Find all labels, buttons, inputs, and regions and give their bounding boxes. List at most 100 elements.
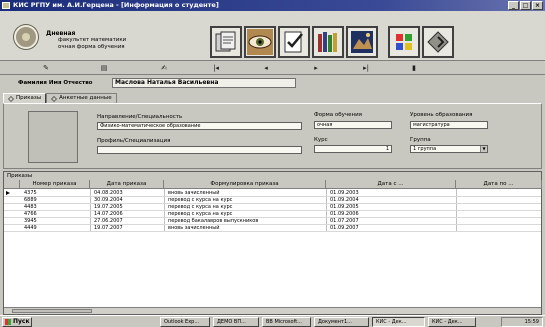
table-cell[interactable]: 4483: [24, 204, 88, 211]
table-cell[interactable]: вновь зачисленный: [168, 225, 324, 232]
fio-field[interactable]: Маслова Наталья Васильевна: [112, 78, 296, 88]
table-row[interactable]: 4375 04.08.2003 вновь зачисленный 01.09.200…: [4, 190, 541, 197]
column-header[interactable]: Номер приказа: [20, 180, 90, 189]
table-row[interactable]: 3945 27.06.2007 перевод бакалавров выпускн…: [4, 218, 541, 225]
taskbar-item[interactable]: ДЕМО ВП...: [213, 317, 259, 327]
course-field[interactable]: 1: [314, 145, 392, 153]
taskbar-item[interactable]: КИС - Дек...: [428, 317, 476, 327]
table-cell[interactable]: [460, 204, 540, 211]
table-cell[interactable]: 27.06.2007: [94, 218, 162, 225]
table-cell[interactable]: 4766: [24, 211, 88, 218]
close-button[interactable]: ×: [532, 1, 543, 10]
edit-record-icon[interactable]: ✎: [40, 64, 52, 73]
tab-orders-label: Приказы: [16, 95, 42, 101]
table-row[interactable]: 4483 19.07.2005 перевод с курса на курс 01.…: [4, 204, 541, 211]
table-cell[interactable]: перевод бакалавров выпускников: [168, 218, 324, 225]
prev-record-icon[interactable]: ◂: [260, 64, 272, 73]
orders-grid-title: Приказы: [4, 172, 541, 180]
table-cell[interactable]: [460, 225, 540, 232]
table-cell[interactable]: 01.09.2003: [330, 190, 454, 197]
start-button[interactable]: Пуск: [2, 317, 32, 327]
table-cell[interactable]: [460, 190, 540, 197]
column-header[interactable]: Дата приказа: [90, 180, 164, 189]
tab-orders[interactable]: Приказы: [3, 93, 47, 103]
university-logo: [14, 25, 38, 49]
horizontal-scrollbar[interactable]: [4, 307, 541, 314]
table-cell[interactable]: 3945: [24, 218, 88, 225]
study-form-field[interactable]: очная: [314, 121, 392, 129]
table-cell[interactable]: 19.07.2005: [94, 204, 162, 211]
course-label: Курс: [314, 137, 328, 143]
tab-personal-data[interactable]: Анкетные данные: [46, 93, 117, 103]
clock: 15:59: [524, 319, 539, 325]
next-record-icon[interactable]: ▸: [310, 64, 322, 73]
student-info-panel: Направление/Специальность Физико-математ…: [3, 103, 542, 169]
minimize-button[interactable]: _: [508, 1, 519, 10]
taskbar-item[interactable]: ВВ Microsoft...: [262, 317, 311, 327]
column-header[interactable]: Дата по ...: [456, 180, 542, 189]
table-cell[interactable]: перевод с курса на курс: [168, 197, 324, 204]
table-cell[interactable]: 4449: [24, 225, 88, 232]
record-toolbar: ✎ ▤ ✍ |◂ ◂ ▸ ▸| ▮: [0, 62, 545, 75]
table-cell[interactable]: 01.09.2005: [330, 204, 454, 211]
diamond-icon: [8, 95, 14, 102]
header-info: Дневная факультет математики очная форма…: [46, 30, 126, 51]
table-cell[interactable]: 04.08.2003: [94, 190, 162, 197]
table-cell[interactable]: 6889: [24, 197, 88, 204]
windows-icon[interactable]: [388, 26, 420, 58]
taskbar-item[interactable]: Outlook Exp...: [160, 317, 210, 327]
table-cell[interactable]: [460, 218, 540, 225]
first-record-icon[interactable]: |◂: [210, 64, 222, 73]
direction-field[interactable]: Физико-математическое образование: [97, 122, 302, 130]
painting-icon[interactable]: [346, 26, 378, 58]
scrollbar-thumb[interactable]: [12, 309, 92, 313]
table-row[interactable]: 4766 14.07.2006 перевод с курса на курс 01.…: [4, 211, 541, 218]
eye-icon[interactable]: [244, 26, 276, 58]
column-header[interactable]: Формулировка приказа: [164, 180, 326, 189]
print-icon[interactable]: ▤: [98, 64, 110, 73]
table-cell[interactable]: 19.07.2007: [94, 225, 162, 232]
table-cell[interactable]: 01.07.2007: [330, 218, 454, 225]
group-select[interactable]: 1 группа ▼: [410, 145, 488, 153]
table-cell[interactable]: 01.09.2006: [330, 211, 454, 218]
student-name-row: Фамилия Имя Отчество Маслова Наталья Вас…: [0, 76, 545, 90]
level-field[interactable]: магистратура: [410, 121, 488, 129]
title-bar: КИС РГПУ им. А.И.Герцена - [Информация о…: [0, 0, 545, 11]
table-cell[interactable]: 01.09.2007: [330, 225, 454, 232]
table-row[interactable]: 4449 19.07.2007 вновь зачисленный 01.09.200…: [4, 225, 541, 232]
group-label: Группа: [410, 137, 431, 143]
app-header: Дневная факультет математики очная форма…: [0, 11, 545, 61]
table-cell[interactable]: 14.07.2006: [94, 211, 162, 218]
sign-icon[interactable]: ✍: [158, 64, 170, 73]
table-cell[interactable]: [460, 197, 540, 204]
books-icon[interactable]: [312, 26, 344, 58]
table-row[interactable]: 6889 30.09.2004 перевод с курса на курс 01.…: [4, 197, 541, 204]
table-cell[interactable]: 30.09.2004: [94, 197, 162, 204]
student-photo: [28, 111, 78, 163]
table-cell[interactable]: перевод с курса на курс: [168, 204, 324, 211]
taskbar-item[interactable]: КИС - Дек...: [372, 317, 425, 327]
table-cell[interactable]: 01.09.2004: [330, 197, 454, 204]
table-cell[interactable]: перевод с курса на курс: [168, 211, 324, 218]
table-cell[interactable]: 4375: [24, 190, 88, 197]
window-controls: _ □ ×: [508, 1, 543, 10]
system-tray: 15:59: [501, 317, 543, 327]
level-label: Уровень образования: [410, 112, 473, 118]
table-cell[interactable]: вновь зачисленный: [168, 190, 324, 197]
delete-record-icon[interactable]: ▮: [408, 64, 420, 73]
navigate-icon[interactable]: [422, 26, 454, 58]
diamond-icon: [51, 95, 58, 102]
profile-field[interactable]: [97, 146, 302, 154]
maximize-button[interactable]: □: [520, 1, 531, 10]
table-cell[interactable]: [460, 211, 540, 218]
documents-icon[interactable]: [210, 26, 242, 58]
taskbar-item[interactable]: Документ1...: [314, 317, 369, 327]
last-record-icon[interactable]: ▸|: [360, 64, 372, 73]
current-row-indicator-icon: [6, 191, 10, 195]
column-header[interactable]: Дата с ...: [326, 180, 456, 189]
profile-label: Профиль/Специализация: [97, 138, 171, 144]
header-faculty: факультет математики: [58, 37, 127, 43]
chevron-down-icon[interactable]: ▼: [480, 146, 487, 152]
check-form-icon[interactable]: [278, 26, 310, 58]
row-indicator-header: [4, 180, 20, 189]
